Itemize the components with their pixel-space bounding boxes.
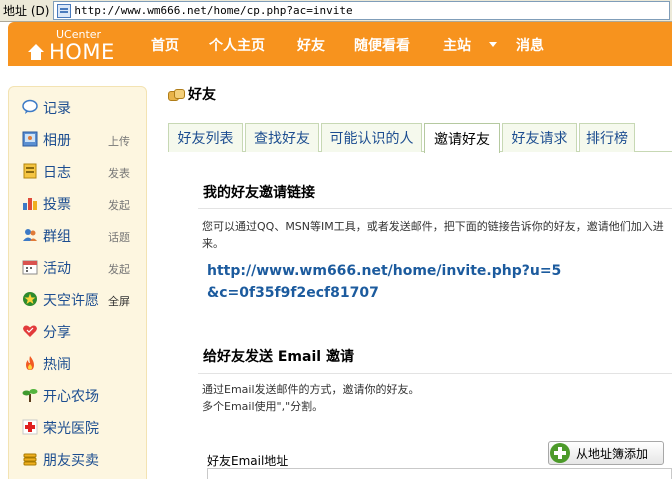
sidebar-item-trade[interactable]: 朋友买卖 — [9, 447, 148, 471]
email-invite-description-line2: 多个Email使用","分割。 — [202, 400, 324, 413]
friend-email-label: 好友Email地址 — [207, 454, 289, 468]
sidebar-item-label: 群组 — [43, 229, 71, 245]
sidebar-item-poll[interactable]: 投票 发起 — [9, 191, 148, 215]
plus-icon — [550, 443, 570, 463]
sidebar-item-label: 日志 — [43, 165, 71, 181]
logo-home-text: HOME — [49, 40, 115, 64]
sidebar-item-label: 投票 — [43, 197, 71, 213]
url-field[interactable]: http://www.wm666.net/home/cp.php?ac=invi… — [53, 1, 670, 20]
bar-chart-icon — [23, 198, 37, 210]
tab-invite-friends[interactable]: 邀请好友 — [424, 123, 500, 153]
address-label: 地址 (D) — [3, 4, 50, 18]
sidebar-item-wish[interactable]: 天空许愿 全屏 — [9, 287, 148, 311]
sidebar-sub-topic[interactable]: 话题 — [108, 229, 130, 245]
calendar-icon — [22, 260, 38, 275]
heart-icon — [23, 325, 37, 337]
sidebar-item-label: 分享 — [43, 325, 71, 341]
logo-home: HOME — [28, 40, 115, 64]
nav-profile[interactable]: 个人主页 — [209, 35, 265, 55]
section-divider — [198, 208, 672, 209]
star-icon — [23, 292, 37, 306]
site-header: UCenter HOME 首页 个人主页 好友 随便看看 主站 消息 — [8, 22, 672, 66]
tab-ranking[interactable]: 排行榜 — [579, 123, 635, 152]
sidebar-item-share[interactable]: 分享 — [9, 319, 148, 343]
nav-browse[interactable]: 随便看看 — [354, 35, 410, 55]
notebook-icon — [23, 163, 37, 179]
nav-messages[interactable]: 消息 — [516, 35, 544, 55]
handshake-icon — [168, 88, 185, 101]
sidebar-item-hospital[interactable]: 荣光医院 — [9, 415, 148, 439]
page-root: 地址 (D) http://www.wm666.net/home/cp.php?… — [0, 0, 672, 479]
sidebar-item-label: 热闹 — [43, 357, 71, 373]
browser-address-bar: 地址 (D) http://www.wm666.net/home/cp.php?… — [0, 0, 672, 22]
tab-people-you-may-know[interactable]: 可能认识的人 — [321, 123, 422, 152]
sidebar-item-label: 相册 — [43, 133, 71, 149]
sidebar-item-label: 记录 — [43, 101, 71, 117]
house-icon — [28, 44, 44, 60]
sidebar-item-event[interactable]: 活动 发起 — [9, 255, 148, 279]
speech-bubble-icon — [22, 99, 38, 114]
chevron-down-icon[interactable] — [489, 42, 497, 47]
coins-icon — [23, 453, 37, 466]
nav-friends[interactable]: 好友 — [297, 35, 325, 55]
sidebar: 记录 相册 上传 日志 发表 投票 发起 群组 话题 活动 发起 天空许愿 全屏… — [8, 86, 147, 479]
email-invite-section-title: 给好友发送 Email 邀请 — [203, 349, 354, 365]
tab-friend-requests[interactable]: 好友请求 — [502, 123, 577, 152]
sidebar-item-label: 开心农场 — [43, 389, 99, 405]
nav-main-site[interactable]: 主站 — [443, 35, 471, 55]
tab-friend-list[interactable]: 好友列表 — [168, 123, 243, 152]
friend-tabs: 好友列表 查找好友 可能认识的人 邀请好友 好友请求 排行榜 — [168, 122, 672, 153]
sidebar-item-records[interactable]: 记录 — [9, 95, 148, 119]
sidebar-item-label: 荣光医院 — [43, 421, 99, 437]
sidebar-item-farm[interactable]: 开心农场 — [9, 383, 148, 407]
sidebar-item-label: 活动 — [43, 261, 71, 277]
sidebar-item-label: 天空许愿 — [43, 293, 99, 309]
email-invite-description-line1: 通过Email发送邮件的方式，邀请你的好友。 — [202, 383, 420, 396]
page-title: 好友 — [168, 84, 216, 104]
url-text[interactable]: http://www.wm666.net/home/cp.php?ac=invi… — [74, 4, 352, 17]
section-divider — [198, 373, 672, 374]
sidebar-item-group[interactable]: 群组 话题 — [9, 223, 148, 247]
tab-find-friends[interactable]: 查找好友 — [245, 123, 319, 152]
nav-home[interactable]: 首页 — [151, 35, 179, 55]
sidebar-item-hot[interactable]: 热闹 — [9, 351, 148, 375]
friend-email-input[interactable] — [207, 468, 672, 479]
group-icon — [23, 229, 37, 241]
sidebar-item-blog[interactable]: 日志 发表 — [9, 159, 148, 183]
sidebar-sub-upload[interactable]: 上传 — [108, 133, 130, 149]
invite-link-description: 您可以通过QQ、MSN等IM工具，或者发送邮件，把下面的链接告诉你的好友，邀请他… — [202, 220, 664, 250]
add-from-address-book-button[interactable]: 从地址簿添加 — [548, 441, 664, 465]
sidebar-sub-start-poll[interactable]: 发起 — [108, 197, 130, 213]
invite-link-section-title: 我的好友邀请链接 — [203, 185, 315, 201]
sprout-icon — [22, 389, 38, 402]
fire-icon — [26, 356, 34, 370]
add-from-address-book-label: 从地址簿添加 — [576, 446, 649, 461]
sidebar-sub-start-event[interactable]: 发起 — [108, 261, 130, 277]
page-title-text: 好友 — [188, 87, 216, 103]
sidebar-sub-fullscreen[interactable]: 全屏 — [108, 293, 130, 309]
sidebar-item-label: 朋友买卖 — [43, 453, 99, 469]
photo-album-icon — [22, 131, 38, 147]
sidebar-item-album[interactable]: 相册 上传 — [9, 127, 148, 151]
invite-link[interactable]: http://www.wm666.net/home/invite.php?u=5… — [207, 260, 567, 304]
medical-cross-icon — [22, 419, 38, 435]
page-icon — [57, 3, 72, 18]
sidebar-sub-post[interactable]: 发表 — [108, 165, 130, 181]
